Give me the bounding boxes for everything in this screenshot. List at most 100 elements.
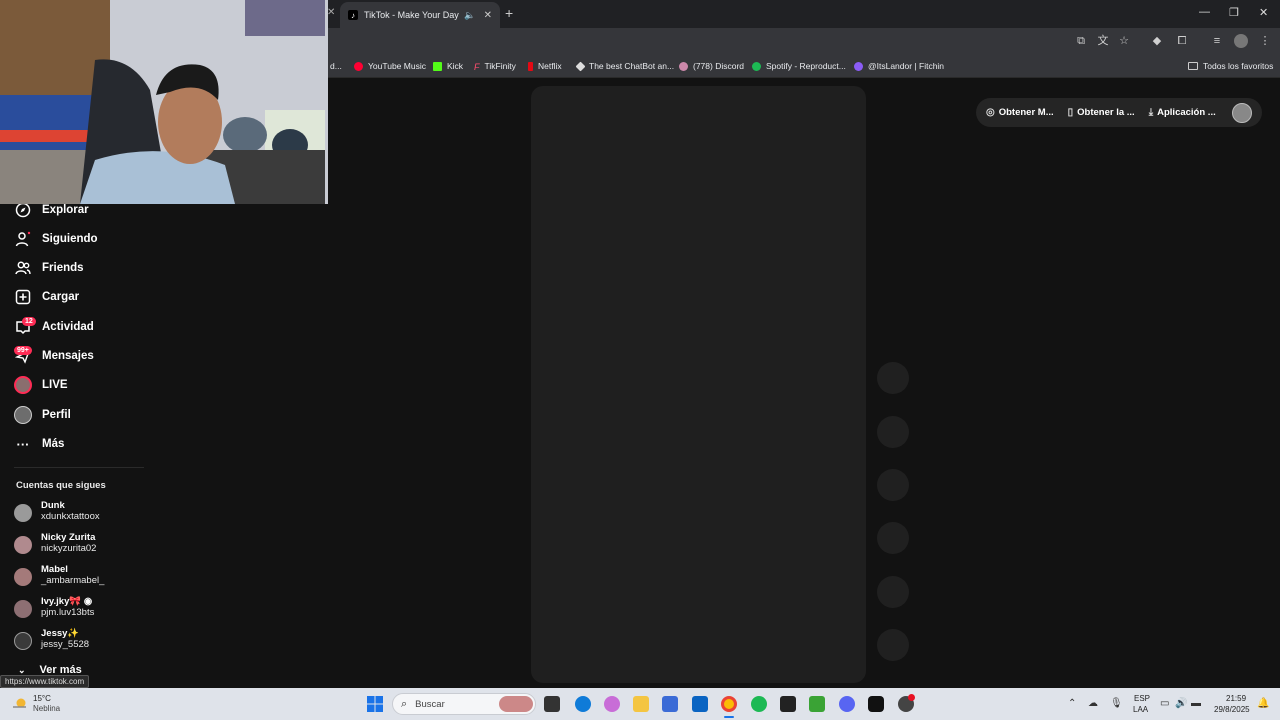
sidebar-item-mas[interactable]: ··· Más (14, 435, 65, 453)
get-coins-button[interactable]: ◎ Obtener M... (986, 107, 1054, 118)
tikfinity-icon: F (474, 61, 480, 72)
profile-avatar-icon (14, 406, 32, 424)
following-account[interactable]: Dunk xdunkxtattoox (14, 500, 100, 523)
like-action-placeholder[interactable] (877, 362, 909, 394)
keyboard-layout[interactable]: LAA (1133, 705, 1148, 714)
edge-icon[interactable] (575, 696, 591, 712)
outlook-icon[interactable] (692, 696, 708, 712)
search-icon: ⌕ (401, 697, 408, 710)
fitchin-icon (854, 61, 863, 71)
file-explorer-icon[interactable] (633, 696, 649, 712)
translate-icon[interactable]: 文 (1096, 34, 1110, 48)
coin-icon: ◎ (986, 107, 995, 118)
onedrive-icon[interactable]: ☁ (1088, 698, 1098, 709)
bookmark-tikfinity[interactable]: F TikFinity (474, 61, 516, 72)
clock-time[interactable]: 21:59 (1226, 694, 1246, 703)
bookmark-youtube-music[interactable]: YouTube Music (354, 61, 426, 71)
activity-badge: 12 (22, 317, 36, 326)
sidebar-item-cargar[interactable]: Cargar (14, 288, 79, 306)
install-app-icon[interactable]: ⧉ (1074, 34, 1088, 48)
bookmark-item[interactable]: d... (330, 61, 342, 71)
browser-tab-tiktok[interactable]: ♪ TikTok - Make Your Day 🔈 ✕ (340, 2, 500, 28)
share-action-placeholder[interactable] (877, 522, 909, 554)
avatar (14, 632, 32, 650)
avatar[interactable] (1232, 102, 1252, 123)
close-tab-icon[interactable]: ✕ (484, 10, 492, 21)
minecraft-icon[interactable] (809, 696, 825, 712)
store-icon[interactable] (662, 696, 678, 712)
bookmark-star-icon[interactable]: ☆ (1117, 34, 1131, 48)
profile-avatar-icon[interactable] (1234, 34, 1248, 48)
minimize-button[interactable]: — (1199, 6, 1210, 18)
bookmark-chatbot[interactable]: The best ChatBot an... (575, 61, 674, 71)
clock-date[interactable]: 29/8/2025 (1214, 705, 1250, 714)
spotify-taskbar-icon[interactable] (751, 696, 767, 712)
extension-diamond-icon[interactable]: ◆ (1150, 34, 1164, 48)
bookmark-fitchin[interactable]: @ItsLandor | Fitchin (854, 61, 944, 71)
tab-title: TikTok - Make Your Day (364, 10, 459, 20)
task-view-icon[interactable] (544, 696, 560, 712)
following-account[interactable]: Jessy✨ jessy_5528 (14, 628, 89, 651)
copilot-icon[interactable] (604, 696, 620, 712)
following-account[interactable]: Ivy.jky🎀 ◉ pjm.luv13bts (14, 596, 94, 619)
comment-action-placeholder[interactable] (877, 416, 909, 448)
capcut-icon[interactable] (780, 696, 796, 712)
netflix-icon (528, 61, 533, 71)
weather-description: Neblina (33, 704, 61, 713)
chrome-icon[interactable] (721, 696, 737, 712)
kick-icon (433, 61, 442, 71)
microphone-icon[interactable]: 🎙 (1110, 698, 1123, 709)
music-action-placeholder[interactable] (877, 629, 909, 661)
restore-button[interactable]: ❐ (1229, 6, 1239, 19)
avatar (14, 600, 32, 618)
video-placeholder[interactable] (531, 86, 866, 683)
weather-temperature: 15°C (33, 694, 51, 703)
following-title: Cuentas que sigues (16, 480, 106, 491)
desktop-app-button[interactable]: ⤓ Aplicación ... (1149, 107, 1216, 118)
phone-icon: ▯ (1067, 107, 1074, 118)
upload-icon (14, 288, 32, 306)
search-highlight-image (499, 696, 533, 712)
save-action-placeholder[interactable] (877, 469, 909, 501)
sidebar-item-siguiendo[interactable]: Siguiendo (14, 230, 98, 248)
new-tab-button[interactable]: + (505, 5, 513, 21)
sidebar-item-live[interactable]: LIVE (14, 376, 68, 394)
tiktok-icon: ♪ (348, 10, 358, 20)
chatbot-icon (575, 61, 586, 71)
bookmark-spotify[interactable]: Spotify - Reproduct... (752, 61, 846, 71)
volume-icon[interactable]: 🔊 (1175, 698, 1187, 709)
windows-start-icon[interactable] (367, 696, 383, 712)
media-control-icon[interactable]: ≡ (1210, 34, 1224, 48)
avatar (14, 504, 32, 522)
sidebar-item-friends[interactable]: Friends (14, 259, 84, 277)
speaker-icon[interactable]: 🔈 (464, 10, 475, 21)
menu-kebab-icon[interactable]: ⋮ (1258, 34, 1272, 48)
notification-bell-icon[interactable]: 🔔 (1257, 698, 1269, 709)
chevron-up-icon[interactable]: ⌃ (1068, 698, 1076, 709)
person-follow-icon (14, 230, 32, 248)
taskbar-search[interactable]: ⌕ Buscar (392, 693, 536, 715)
folder-icon (1188, 62, 1198, 70)
bookmark-all-favorites[interactable]: Todos los favoritos (1188, 61, 1273, 71)
discord-taskbar-icon[interactable] (839, 696, 855, 712)
following-account[interactable]: Nicky Zurita nickyzurita02 (14, 532, 96, 555)
tiktok-taskbar-icon[interactable] (868, 696, 884, 712)
avatar (14, 536, 32, 554)
window-close-button[interactable]: ✕ (1259, 6, 1268, 19)
language-code[interactable]: ESP (1134, 694, 1150, 703)
status-url: https://www.tiktok.com (0, 675, 90, 688)
bookmark-kick[interactable]: Kick (433, 61, 463, 71)
chevron-down-icon: ⌄ (18, 664, 26, 675)
battery-icon[interactable]: ▬ (1191, 698, 1201, 709)
get-app-button[interactable]: ▯ Obtener la ... (1068, 107, 1135, 118)
sidebar-item-perfil[interactable]: Perfil (14, 406, 71, 424)
weather-icon[interactable] (12, 696, 28, 710)
bookmark-discord[interactable]: (778) Discord (679, 61, 744, 71)
extensions-puzzle-icon[interactable]: ⧠ (1175, 34, 1189, 48)
action-placeholder[interactable] (877, 576, 909, 608)
top-actions-pill: ◎ Obtener M... ▯ Obtener la ... ⤓ Aplicació… (976, 98, 1262, 127)
close-icon[interactable]: ✕ (327, 7, 335, 18)
network-icon[interactable]: ▭ (1160, 698, 1169, 709)
following-account[interactable]: Mabel _ambarmabel_ (14, 564, 104, 587)
bookmark-netflix[interactable]: Netflix (528, 61, 562, 71)
